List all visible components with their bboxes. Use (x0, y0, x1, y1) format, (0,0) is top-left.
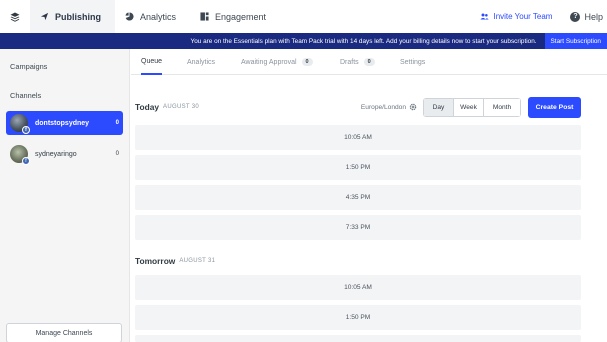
trial-banner: You are on the Essentials plan with Team… (0, 33, 607, 49)
day-title: Tomorrow (135, 256, 176, 266)
buffer-logo-icon[interactable] (0, 0, 30, 33)
time-slot[interactable]: 4:35 PM (135, 185, 581, 210)
channel-tabs: Queue Analytics Awaiting Approval 0 Draf… (131, 49, 607, 75)
invite-team-link[interactable]: Invite Your Team (480, 12, 552, 21)
gear-icon (409, 103, 417, 111)
top-navigation: Publishing Analytics Engagement Invite Y… (0, 0, 607, 33)
analytics-icon (125, 12, 134, 21)
day-date: AUGUST 30 (163, 104, 199, 110)
start-subscription-button[interactable]: Start Subscription (544, 33, 607, 49)
tab-count-badge: 0 (301, 58, 313, 66)
view-week-button[interactable]: Week (454, 98, 484, 116)
timezone-label: Europe/London (360, 103, 406, 111)
time-slot[interactable]: 1:50 PM (135, 305, 581, 330)
help-icon: ? (570, 11, 581, 22)
tab-label: Awaiting Approval (241, 58, 297, 66)
sidebar-campaigns[interactable]: Campaigns (0, 59, 129, 74)
time-slot[interactable]: 10:05 AM (135, 125, 581, 150)
tab-settings[interactable]: Settings (400, 49, 425, 75)
avatar: f (10, 145, 30, 165)
nav-tab-label: Publishing (55, 11, 101, 22)
create-post-button[interactable]: Create Post (528, 96, 581, 118)
trial-banner-text: You are on the Essentials plan with Team… (190, 37, 537, 45)
help-button[interactable]: ? Help (570, 11, 603, 22)
help-label: Help (584, 11, 603, 22)
nav-tab-engagement[interactable]: Engagement (190, 0, 280, 33)
view-day-button[interactable]: Day (424, 98, 454, 116)
view-month-button[interactable]: Month (484, 98, 520, 116)
users-icon (480, 13, 490, 20)
timezone-selector[interactable]: Europe/London (361, 103, 417, 111)
day-date: AUGUST 31 (179, 258, 216, 264)
channel-count: 0 (115, 151, 119, 157)
nav-tab-analytics[interactable]: Analytics (115, 0, 190, 33)
channel-name: sydneyaringo (35, 150, 77, 158)
channel-item-sydneyaringo[interactable]: f sydneyaringo 0 (6, 142, 123, 166)
today-header: Today AUGUST 30 Europe/London Day Week M… (135, 96, 581, 118)
tab-label: Drafts (340, 58, 359, 66)
sidebar-channels-heading: Channels (10, 91, 42, 100)
invite-label: Invite Your Team (493, 12, 553, 21)
time-slot[interactable]: 7:33 PM (135, 215, 581, 240)
channel-item-dontstopsydney[interactable]: f dontstopsydney 0 (6, 111, 123, 135)
tab-queue[interactable]: Queue (141, 49, 163, 75)
main-content: Queue Analytics Awaiting Approval 0 Draf… (131, 49, 607, 342)
tab-drafts[interactable]: Drafts 0 (340, 49, 375, 75)
time-slot[interactable]: 10:05 AM (135, 275, 581, 300)
publish-icon (40, 12, 49, 21)
manage-channels-button[interactable]: Manage Channels (6, 323, 122, 342)
sidebar: Campaigns Channels f dontstopsydney 0 f … (0, 49, 130, 342)
time-slot[interactable]: 1:50 PM (135, 155, 581, 180)
tab-label: Settings (400, 58, 426, 66)
facebook-icon: f (22, 157, 30, 165)
tab-label: Queue (141, 57, 163, 65)
channel-name: dontstopsydney (35, 119, 90, 127)
engagement-icon (200, 12, 209, 21)
time-slot-partial[interactable] (135, 335, 581, 342)
nav-tab-label: Analytics (140, 11, 177, 22)
tab-awaiting-approval[interactable]: Awaiting Approval 0 (241, 49, 313, 75)
tab-label: Analytics (187, 58, 216, 66)
nav-tab-label: Engagement (215, 11, 267, 22)
channel-count: 0 (115, 120, 119, 126)
nav-tab-publishing[interactable]: Publishing (30, 0, 115, 33)
tomorrow-header: Tomorrow AUGUST 31 (135, 251, 581, 271)
tab-count-badge: 0 (363, 58, 375, 66)
view-switcher: Day Week Month (423, 97, 521, 117)
tab-analytics[interactable]: Analytics (187, 49, 215, 75)
avatar: f (10, 114, 30, 134)
day-title: Today (135, 102, 160, 112)
facebook-icon: f (22, 126, 30, 134)
